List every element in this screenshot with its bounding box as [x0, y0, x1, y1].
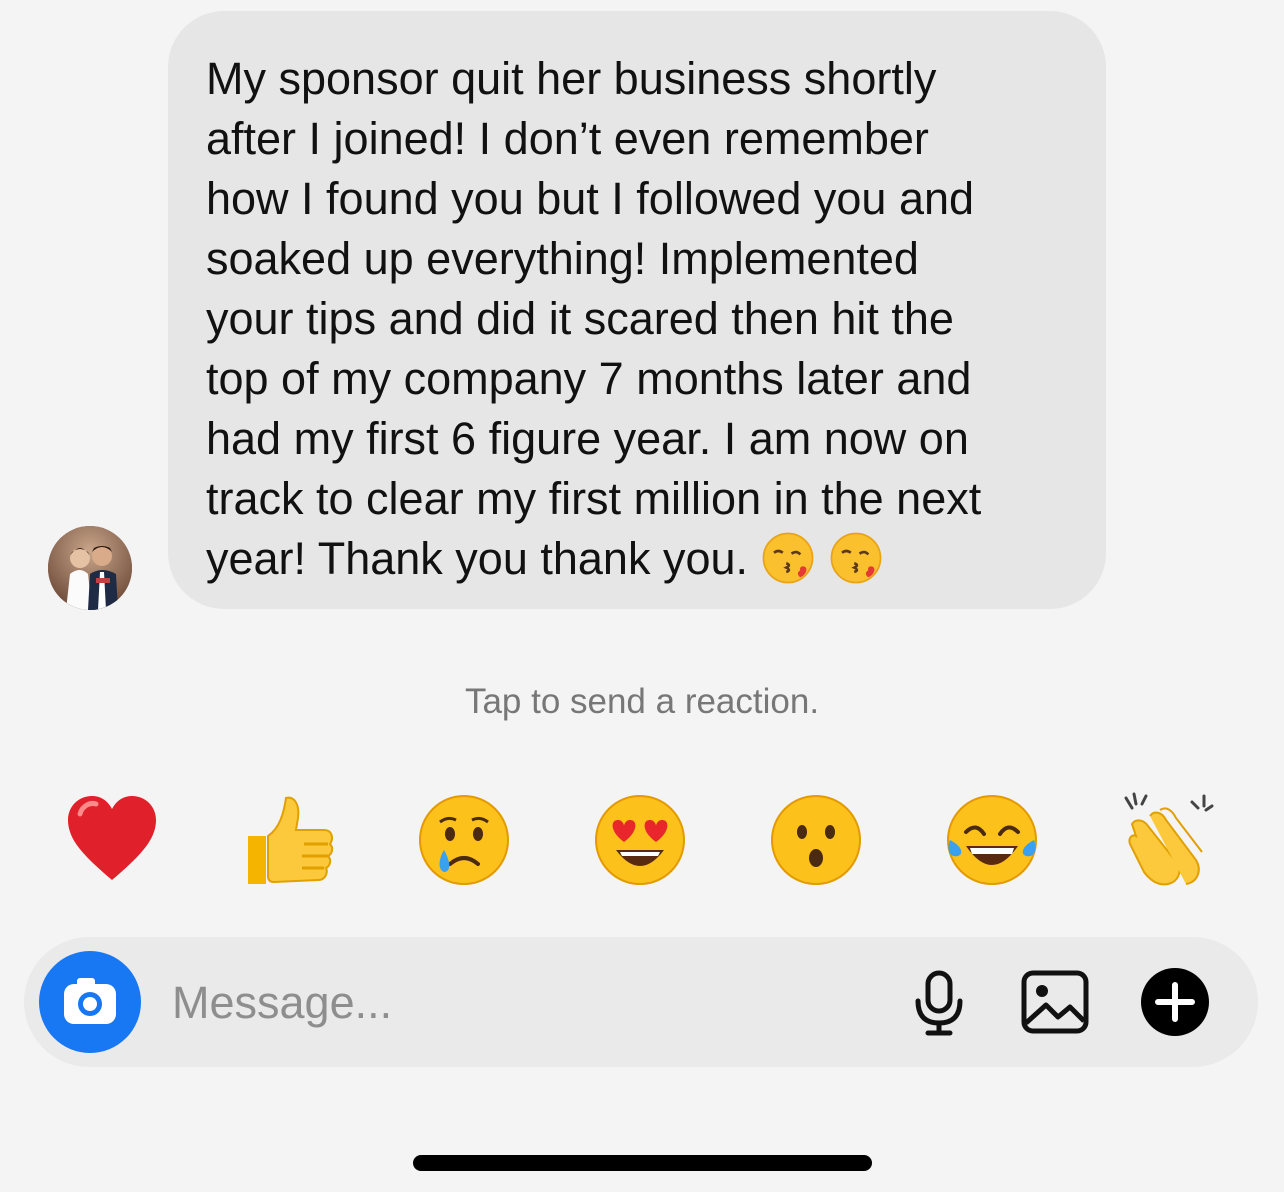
thumbs-up-icon[interactable]	[240, 792, 336, 888]
clapping-hands-icon[interactable]	[1120, 792, 1216, 888]
reaction-hint: Tap to send a reaction.	[464, 682, 820, 721]
profile-photo-icon	[48, 526, 132, 610]
kiss-emoji-icon	[762, 532, 814, 584]
microphone-icon[interactable]	[904, 967, 974, 1037]
message-text: My sponsor quit her business shortly aft…	[206, 53, 982, 584]
kiss-emoji-icon	[830, 532, 882, 584]
message-input[interactable]	[170, 963, 874, 1043]
crying-face-icon[interactable]	[416, 792, 512, 888]
chat-screen: My sponsor quit her business shortly aft…	[0, 0, 1284, 1192]
reaction-bar	[0, 792, 1284, 892]
message-bubble[interactable]: My sponsor quit her business shortly aft…	[168, 11, 1106, 609]
camera-button[interactable]	[39, 951, 141, 1053]
camera-icon	[64, 978, 116, 1024]
plus-icon[interactable]	[1140, 967, 1210, 1037]
tears-of-joy-face-icon[interactable]	[944, 792, 1040, 888]
home-indicator[interactable]	[413, 1155, 872, 1171]
surprised-face-icon[interactable]	[768, 792, 864, 888]
red-heart-icon[interactable]	[64, 792, 160, 888]
heart-eyes-face-icon[interactable]	[592, 792, 688, 888]
message-composer	[24, 937, 1258, 1067]
image-icon[interactable]	[1020, 967, 1090, 1037]
sender-avatar[interactable]	[48, 526, 132, 610]
